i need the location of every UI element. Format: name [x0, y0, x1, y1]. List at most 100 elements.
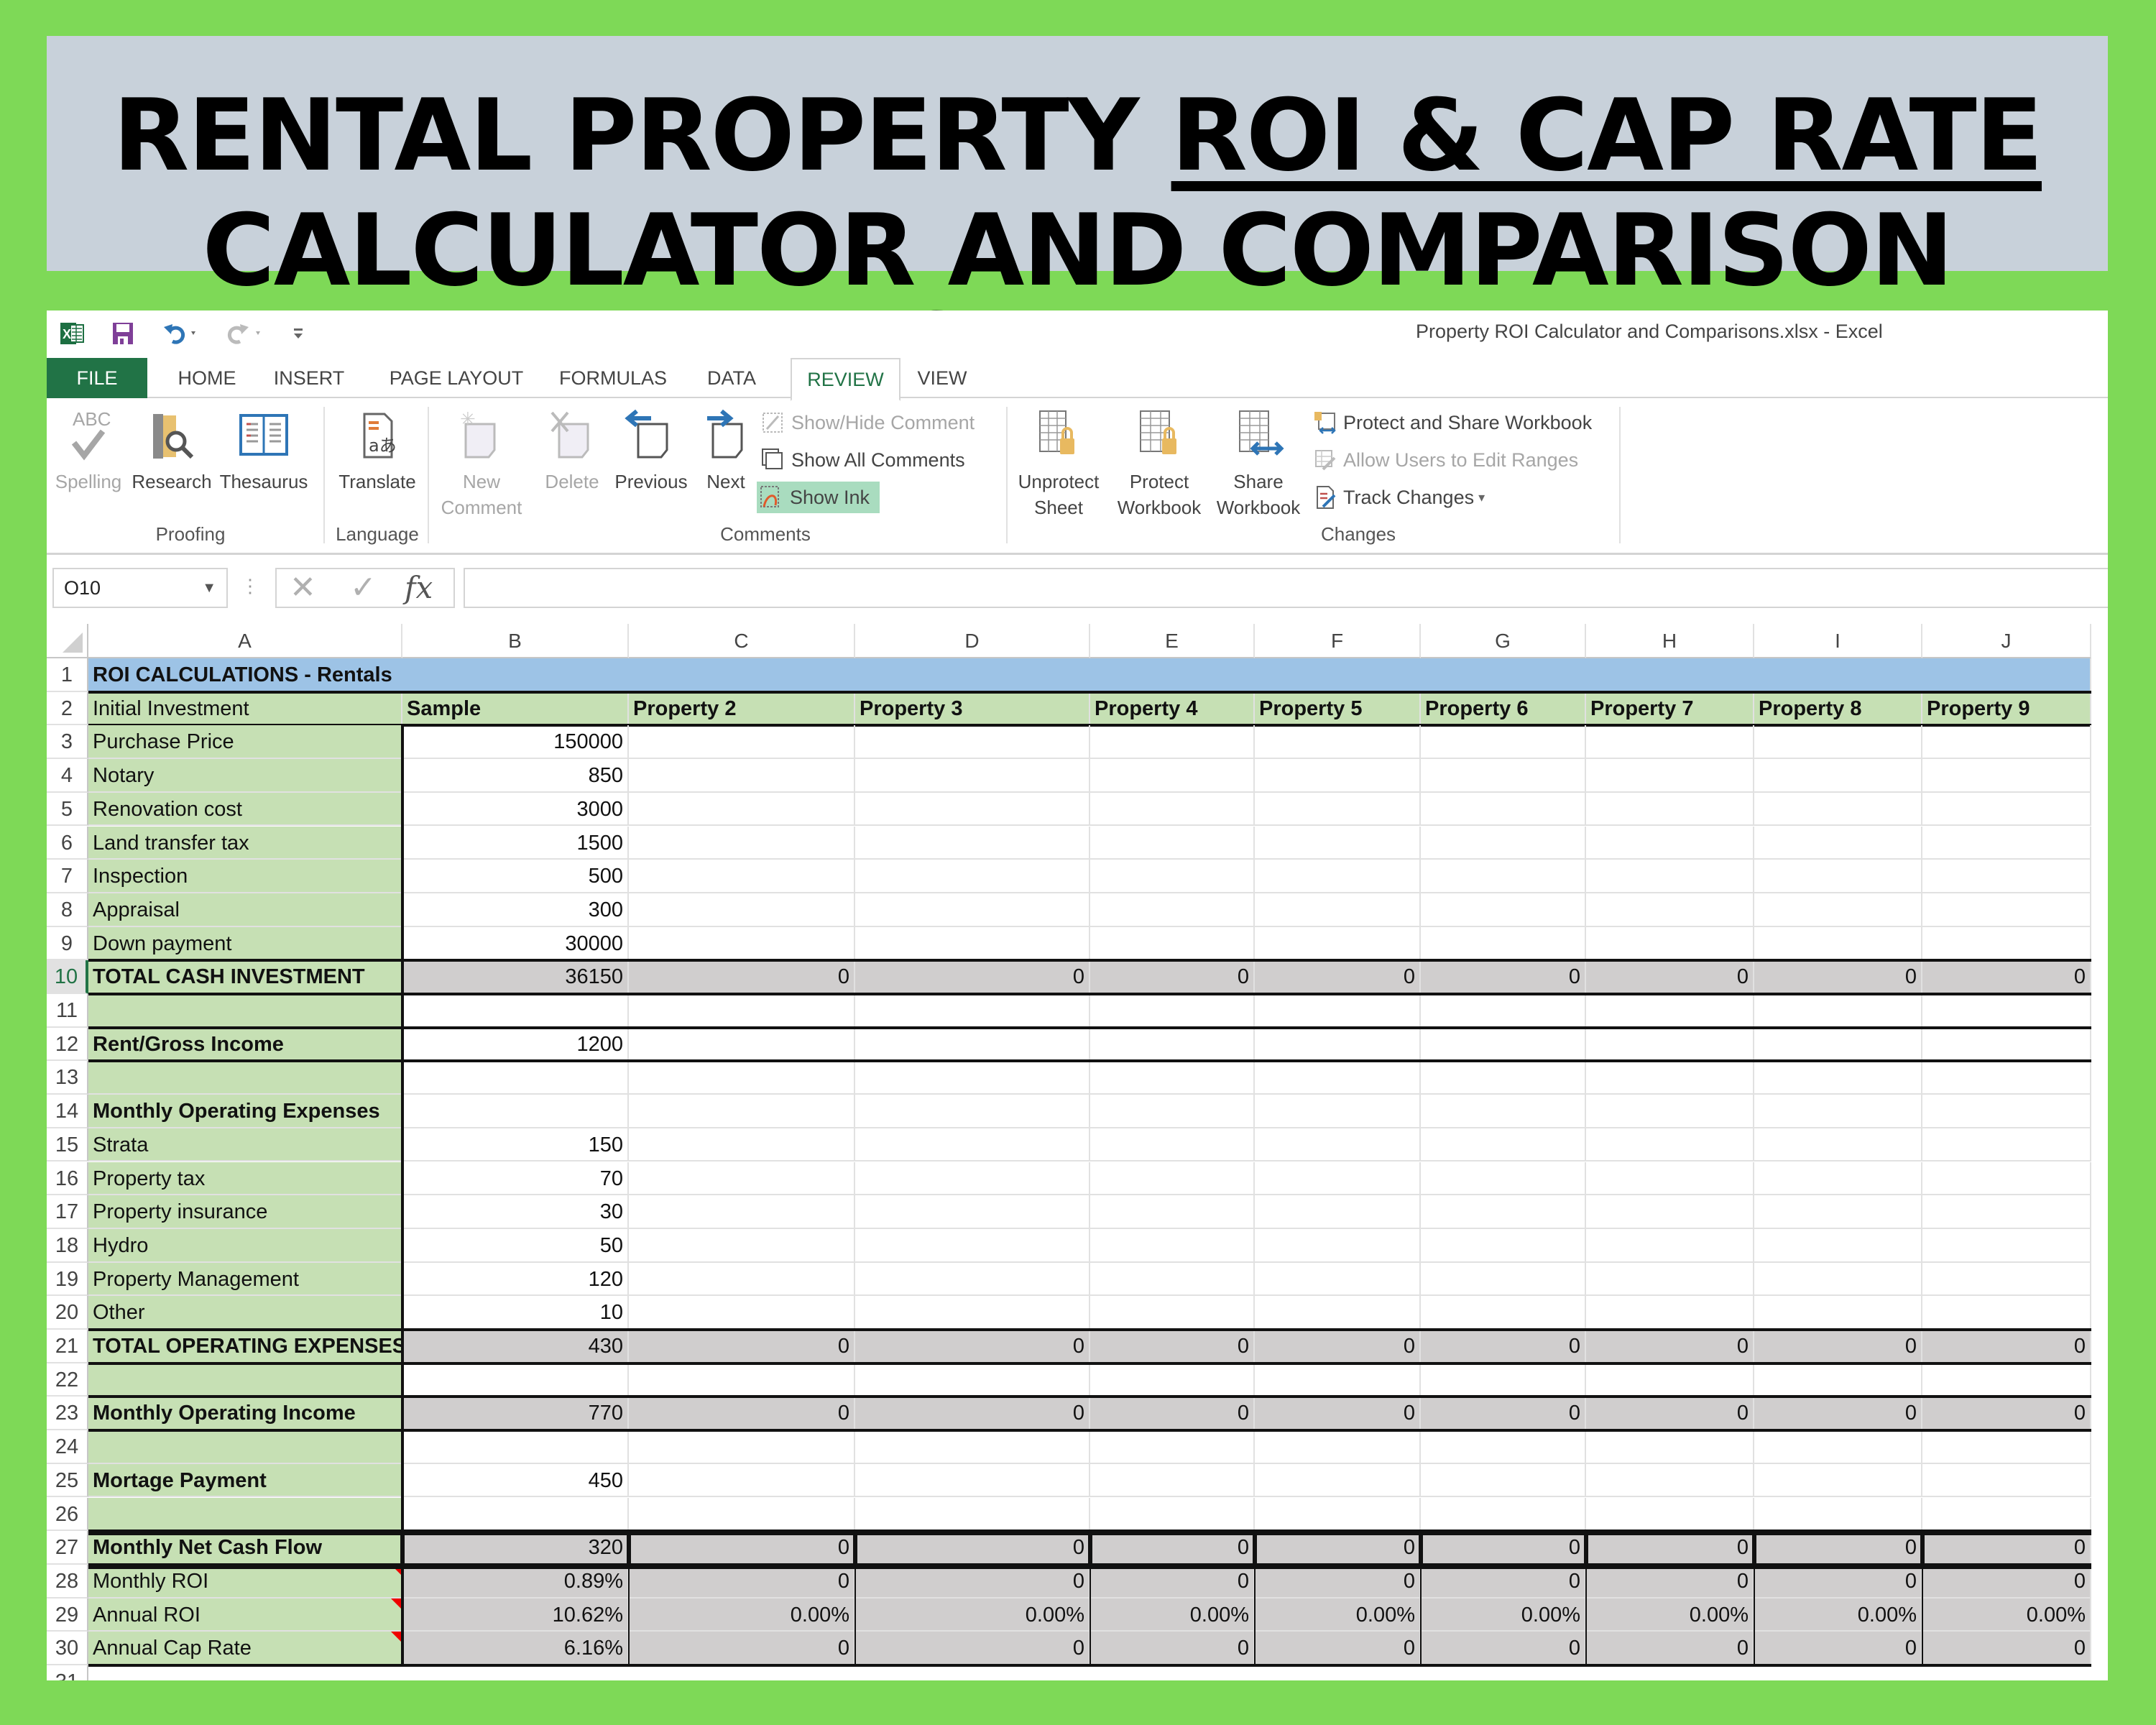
show-ink-button[interactable]: Show Ink: [757, 482, 880, 513]
data-cell[interactable]: 0: [1090, 1330, 1255, 1363]
data-cell[interactable]: [855, 1497, 1090, 1532]
tab-insert[interactable]: INSERT: [270, 358, 349, 398]
row-header[interactable]: 9: [47, 926, 88, 961]
row-label[interactable]: Hydro: [88, 1228, 402, 1263]
data-cell[interactable]: [1586, 1027, 1754, 1062]
data-cell[interactable]: [1586, 1195, 1754, 1229]
data-cell[interactable]: 0: [1754, 1531, 1922, 1565]
research-button[interactable]: Research: [130, 407, 213, 494]
tab-formulas[interactable]: FORMULAS: [556, 358, 671, 398]
data-cell[interactable]: [855, 1061, 1090, 1095]
data-cell[interactable]: [1421, 1262, 1586, 1297]
property-header[interactable]: Property 6: [1421, 691, 1586, 726]
data-cell[interactable]: 0: [1922, 1330, 2091, 1363]
column-header-d[interactable]: D: [855, 624, 1090, 658]
data-cell[interactable]: [1255, 1027, 1421, 1062]
spelling-button[interactable]: ABC Spelling: [52, 407, 124, 494]
row-header[interactable]: 5: [47, 792, 88, 827]
data-cell[interactable]: [855, 860, 1090, 893]
data-cell[interactable]: [1754, 926, 1922, 961]
data-cell[interactable]: 0: [1754, 1632, 1922, 1665]
data-cell[interactable]: [629, 725, 855, 760]
insert-function-icon[interactable]: fx: [405, 571, 433, 605]
new-comment-button[interactable]: ✳ New Comment: [435, 407, 528, 520]
row-label[interactable]: Renovation cost: [88, 792, 402, 827]
row-label[interactable]: Purchase Price: [88, 725, 402, 760]
data-cell[interactable]: [1421, 893, 1586, 927]
data-cell[interactable]: [629, 994, 855, 1028]
data-cell[interactable]: 0: [1255, 1632, 1421, 1665]
data-cell[interactable]: [1754, 725, 1922, 760]
data-cell[interactable]: [1421, 759, 1586, 793]
data-cell[interactable]: [1255, 926, 1421, 961]
data-cell[interactable]: [1090, 759, 1255, 793]
data-cell[interactable]: [1421, 1027, 1586, 1062]
data-cell[interactable]: [1754, 826, 1922, 860]
row-label[interactable]: Monthly Operating Expenses: [88, 1095, 402, 1128]
data-cell[interactable]: [1255, 1228, 1421, 1263]
data-cell[interactable]: [1255, 1497, 1421, 1532]
data-cell[interactable]: [629, 1095, 855, 1128]
data-cell[interactable]: [629, 893, 855, 927]
data-cell[interactable]: 0: [629, 1531, 855, 1565]
data-cell[interactable]: 0: [1922, 1397, 2091, 1431]
data-cell[interactable]: [1586, 1262, 1754, 1297]
data-cell[interactable]: [1922, 725, 2091, 760]
property-header[interactable]: Sample: [402, 691, 629, 726]
data-cell[interactable]: 0: [1255, 1564, 1421, 1598]
data-cell[interactable]: [1754, 1027, 1922, 1062]
data-cell[interactable]: [855, 994, 1090, 1028]
data-cell[interactable]: [1255, 1128, 1421, 1162]
tab-home[interactable]: HOME: [167, 358, 247, 398]
data-cell[interactable]: [1090, 1463, 1255, 1498]
data-cell[interactable]: [629, 1296, 855, 1330]
column-header-f[interactable]: F: [1255, 624, 1421, 658]
row-header[interactable]: 19: [47, 1262, 88, 1297]
data-cell[interactable]: [1090, 1162, 1255, 1196]
data-cell[interactable]: [855, 1195, 1090, 1229]
data-cell[interactable]: [1421, 1463, 1586, 1498]
data-cell[interactable]: [855, 1128, 1090, 1162]
data-cell[interactable]: [1922, 1262, 2091, 1297]
data-cell[interactable]: [1421, 1095, 1586, 1128]
save-icon[interactable]: [110, 321, 136, 346]
data-cell[interactable]: [1421, 994, 1586, 1028]
data-cell[interactable]: [1090, 826, 1255, 860]
column-header-g[interactable]: G: [1421, 624, 1586, 658]
data-cell[interactable]: 0: [1754, 1330, 1922, 1363]
data-cell[interactable]: [1586, 725, 1754, 760]
data-cell[interactable]: 430: [402, 1330, 629, 1363]
row-label[interactable]: TOTAL OPERATING EXPENSES: [88, 1330, 402, 1363]
data-cell[interactable]: [629, 826, 855, 860]
data-cell[interactable]: [1090, 1195, 1255, 1229]
unprotect-sheet-button[interactable]: Unprotect Sheet: [1010, 407, 1107, 520]
data-cell[interactable]: [1922, 1497, 2091, 1532]
data-cell[interactable]: [855, 1296, 1090, 1330]
row-label[interactable]: Monthly Net Cash Flow: [88, 1531, 402, 1565]
data-cell[interactable]: [1255, 1463, 1421, 1498]
column-header-i[interactable]: I: [1754, 624, 1922, 658]
data-cell[interactable]: [1922, 1061, 2091, 1095]
data-cell[interactable]: [629, 1027, 855, 1062]
data-cell[interactable]: [1754, 792, 1922, 827]
data-cell[interactable]: [1255, 1296, 1421, 1330]
data-cell[interactable]: [855, 1363, 1090, 1397]
data-cell[interactable]: [1255, 1095, 1421, 1128]
data-cell[interactable]: [1754, 1296, 1922, 1330]
data-cell[interactable]: 36150: [402, 960, 629, 994]
data-cell[interactable]: 0: [855, 1330, 1090, 1363]
data-cell[interactable]: [1754, 1363, 1922, 1397]
select-all-corner[interactable]: [47, 624, 88, 658]
data-cell[interactable]: [1754, 1228, 1922, 1263]
property-header[interactable]: Property 4: [1090, 691, 1255, 726]
data-cell[interactable]: [1754, 1497, 1922, 1532]
data-cell[interactable]: 0: [1421, 1531, 1586, 1565]
row-header[interactable]: 18: [47, 1228, 88, 1263]
data-cell[interactable]: [1421, 1228, 1586, 1263]
data-cell[interactable]: 0.00%: [1922, 1598, 2091, 1632]
data-cell[interactable]: 0: [1255, 960, 1421, 994]
data-cell[interactable]: [855, 826, 1090, 860]
row-label[interactable]: Other: [88, 1296, 402, 1330]
data-cell[interactable]: 0: [1421, 960, 1586, 994]
row-header[interactable]: 11: [47, 994, 88, 1028]
